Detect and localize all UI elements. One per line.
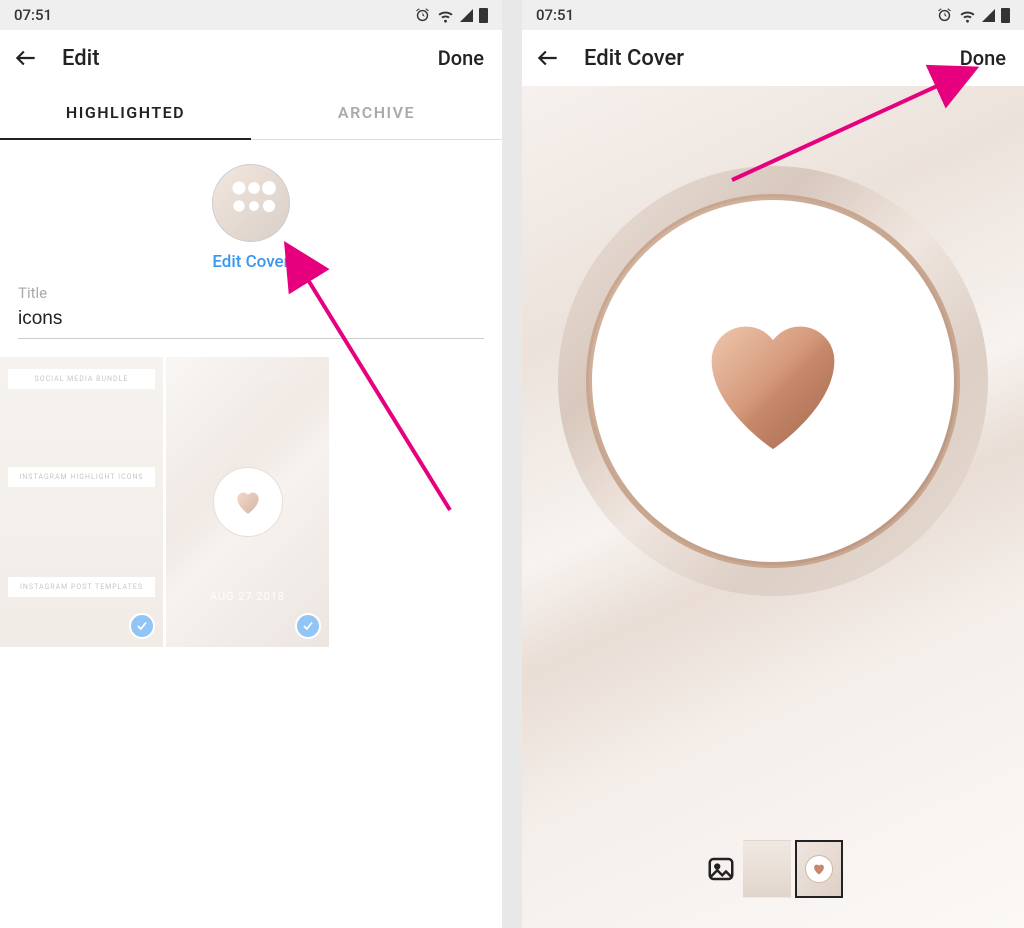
- tabs: HIGHLIGHTED ARCHIVE: [0, 86, 502, 140]
- cover-source-thumbnails: [703, 840, 843, 898]
- status-icons: [936, 7, 1010, 24]
- bundle-text: INSTAGRAM POST TEMPLATES: [8, 577, 155, 597]
- header-title: Edit: [62, 46, 438, 71]
- tab-highlighted[interactable]: HIGHLIGHTED: [0, 86, 251, 139]
- marble-heart-circle: [213, 467, 283, 537]
- heart-icon: [233, 489, 263, 515]
- title-input[interactable]: [18, 304, 484, 339]
- story-item-1[interactable]: SOCIAL MEDIA BUNDLE INSTAGRAM HIGHLIGHT …: [0, 357, 163, 647]
- stories-grid: SOCIAL MEDIA BUNDLE INSTAGRAM HIGHLIGHT …: [0, 339, 502, 647]
- edit-cover-link[interactable]: Edit Cover: [212, 252, 289, 272]
- heart-icon: [812, 863, 826, 875]
- done-button[interactable]: Done: [960, 46, 1012, 70]
- alarm-icon: [414, 7, 431, 24]
- alarm-icon: [936, 7, 953, 24]
- back-button[interactable]: [12, 44, 40, 72]
- status-time: 07:51: [14, 6, 52, 24]
- title-label: Title: [18, 284, 484, 302]
- battery-icon: [1001, 8, 1010, 23]
- signal-icon: [982, 9, 995, 22]
- tab-archive[interactable]: ARCHIVE: [251, 86, 502, 139]
- status-bar: 07:51: [522, 0, 1024, 30]
- status-bar: 07:51: [0, 0, 502, 30]
- cover-thumbnail[interactable]: [212, 164, 290, 242]
- cover-editor-canvas[interactable]: [522, 86, 1024, 928]
- gallery-picker-button[interactable]: [703, 851, 739, 887]
- header: Edit Done: [0, 30, 502, 86]
- done-button[interactable]: Done: [438, 46, 490, 70]
- wifi-icon: [437, 7, 454, 24]
- story-date: AUG 27 2018: [210, 590, 285, 603]
- status-icons: [414, 7, 488, 24]
- bundle-text: SOCIAL MEDIA BUNDLE: [8, 369, 155, 389]
- wifi-icon: [959, 7, 976, 24]
- status-time: 07:51: [536, 6, 574, 24]
- header-title: Edit Cover: [584, 46, 960, 71]
- cover-thumb-1[interactable]: [743, 840, 791, 898]
- heart-icon: [688, 306, 858, 456]
- cover-thumb-2[interactable]: [795, 840, 843, 898]
- title-section: Title: [0, 278, 502, 339]
- story-item-2[interactable]: AUG 27 2018: [166, 357, 329, 647]
- bundle-text: INSTAGRAM HIGHLIGHT ICONS: [8, 467, 155, 487]
- phone-right: 07:51 Edit Cover Done: [522, 0, 1024, 928]
- signal-icon: [460, 9, 473, 22]
- cover-crop-circle[interactable]: [558, 166, 988, 596]
- phone-left: 07:51 Edit Done HIGHLIGHTED ARCHIVE Edit…: [0, 0, 502, 928]
- back-button[interactable]: [534, 44, 562, 72]
- selected-check-icon: [295, 613, 321, 639]
- battery-icon: [479, 8, 488, 23]
- cover-section: Edit Cover: [0, 140, 502, 278]
- selected-check-icon: [129, 613, 155, 639]
- header: Edit Cover Done: [522, 30, 1024, 86]
